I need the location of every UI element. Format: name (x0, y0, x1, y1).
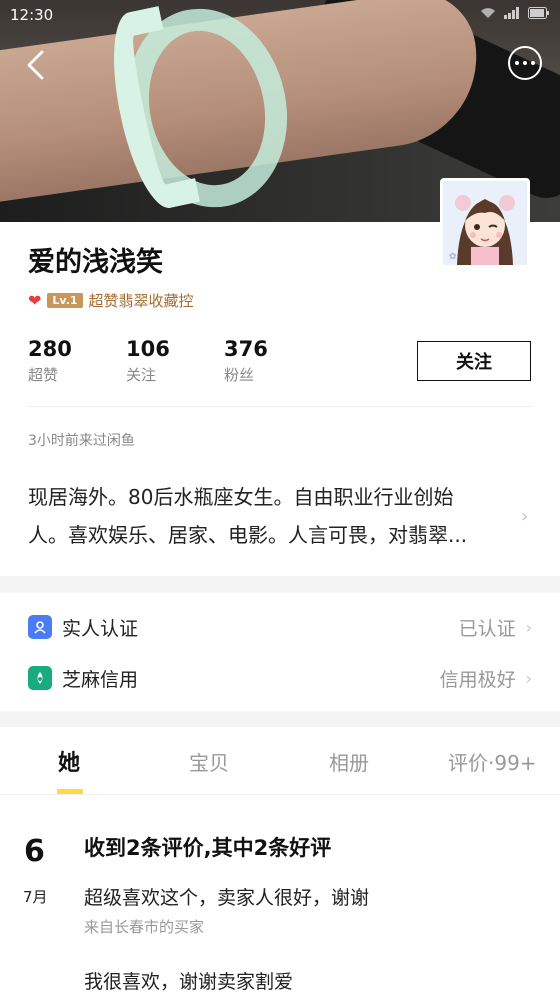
chevron-right-icon: › (525, 668, 532, 688)
signal-icon (504, 7, 520, 23)
stat-label: 关注 (126, 366, 157, 384)
more-options-button[interactable] (508, 46, 542, 80)
bio[interactable]: 现居海外。80后水瓶座女生。自由职业行业创始 人。喜欢娱乐、居家、电影。人言可畏… (28, 478, 508, 554)
tab-album[interactable]: 相册 (329, 747, 369, 776)
feed-month: 7月 (23, 888, 48, 906)
feed-day: 6 (24, 834, 45, 869)
review-text: 超级喜欢这个，卖家人很好，谢谢 (84, 887, 370, 909)
heart-icon: ❤ (28, 290, 42, 310)
bio-line: 人。喜欢娱乐、居家、电影。人言可畏，对翡翠... (28, 523, 468, 547)
verify-value: 信用极好 (439, 668, 516, 691)
tab-her[interactable]: 她 (58, 745, 80, 777)
stat-followers[interactable]: 376 粉丝 (224, 337, 322, 385)
section-gap (0, 576, 560, 593)
review-source: 来自长春市的买家 (84, 918, 205, 936)
level-title: 超赞翡翠收藏控 (88, 292, 194, 310)
verify-value: 已认证 (458, 617, 516, 640)
bio-line: 现居海外。80后水瓶座女生。自由职业行业创始 (28, 485, 454, 509)
tab-items[interactable]: 宝贝 (189, 747, 229, 776)
status-bar: 12:30 (0, 0, 560, 30)
stats-row: 280 超赞 106 关注 376 粉丝 (28, 337, 322, 385)
level-badge: Lv.1 (47, 293, 83, 308)
svg-text:✿: ✿ (449, 252, 457, 262)
tab-reviews[interactable]: 评价·99+ (448, 747, 537, 776)
person-verify-icon (28, 615, 52, 639)
battery-icon (528, 7, 550, 23)
stat-number: 376 (224, 337, 268, 361)
review-text: 我很喜欢，谢谢卖家割爱 (84, 971, 294, 993)
stat-likes[interactable]: 280 超赞 (28, 337, 126, 385)
avatar[interactable]: ✿ (440, 178, 530, 268)
profile-tabs: 她 宝贝 相册 评价·99+ (0, 727, 560, 795)
stat-number: 106 (126, 337, 170, 361)
divider (28, 406, 532, 407)
back-button[interactable] (18, 44, 58, 84)
profile-name: 爱的浅浅笑 (28, 247, 163, 278)
real-name-verify-row[interactable]: 实人认证 已认证 › (0, 602, 560, 652)
stat-label: 粉丝 (224, 366, 255, 384)
verify-label: 芝麻信用 (62, 668, 139, 691)
level-row[interactable]: ❤ Lv.1 超赞翡翠收藏控 (28, 290, 194, 311)
section-gap (0, 711, 560, 727)
chevron-right-icon: › (525, 617, 532, 637)
last-seen-text: 3小时前来过闲鱼 (28, 433, 135, 449)
stat-following[interactable]: 106 关注 (126, 337, 224, 385)
status-time: 12:30 (10, 6, 54, 24)
sesame-credit-row[interactable]: 芝麻信用 信用极好 › (0, 653, 560, 703)
verify-label: 实人认证 (62, 617, 139, 640)
chevron-right-icon: › (521, 506, 529, 527)
feed-title[interactable]: 收到2条评价,其中2条好评 (84, 832, 331, 862)
tab-active-indicator (57, 789, 83, 794)
follow-button[interactable]: 关注 (417, 341, 531, 381)
sesame-credit-icon (28, 666, 52, 690)
wifi-icon (480, 7, 496, 23)
stat-number: 280 (28, 337, 72, 361)
chevron-left-icon (27, 50, 44, 80)
stat-label: 超赞 (28, 366, 59, 384)
